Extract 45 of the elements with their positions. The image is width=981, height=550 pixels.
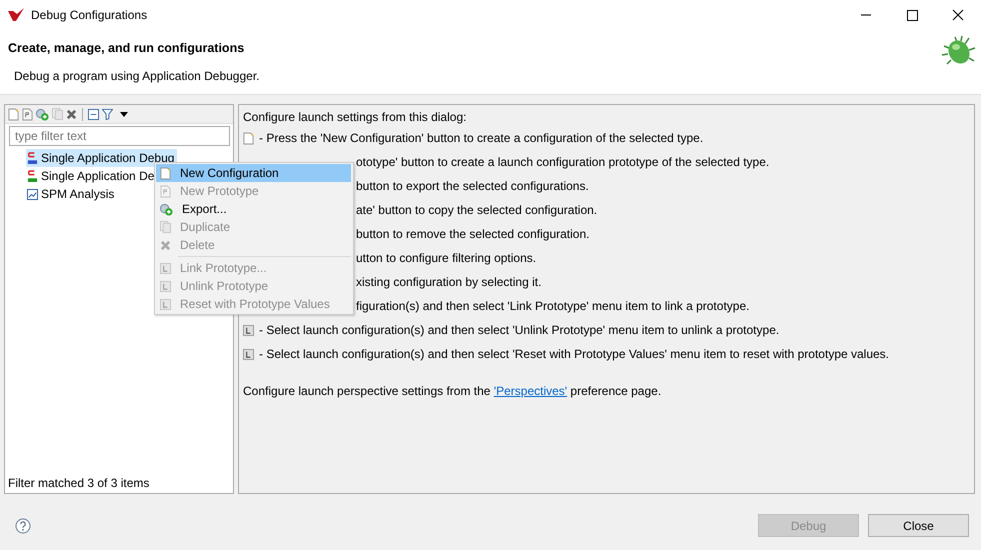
tree-item[interactable]: Single Application De	[26, 167, 158, 185]
perspectives-link[interactable]: 'Perspectives'	[494, 384, 568, 398]
app-logo-icon	[8, 8, 24, 22]
document-icon	[160, 184, 171, 198]
box-icon	[160, 280, 171, 292]
menu-item[interactable]: Export...	[156, 200, 351, 218]
document-icon	[160, 166, 171, 180]
help-intro: Configure launch settings from this dialog:	[243, 109, 466, 126]
box-icon	[160, 262, 171, 274]
help-line: - Select launch configuration(s) and then select 'Reset with Prototype Values' menu item to reset with prototype values.	[259, 347, 890, 361]
filter-status: Filter matched 3 of 3 items	[7, 476, 150, 492]
filter-field[interactable]: type filter text	[9, 126, 230, 146]
document-icon	[243, 132, 254, 144]
new-document-icon	[8, 108, 19, 120]
help-icon[interactable]	[15, 518, 31, 534]
close-button[interactable]: Close	[868, 514, 969, 537]
window-title: Debug Configurations	[31, 8, 148, 22]
dialog-title: Create, manage, and run configurations	[8, 41, 244, 55]
perspective-note: Configure launch perspective settings from the 'Perspectives' preference page.	[243, 384, 662, 398]
delete-icon	[160, 240, 171, 250]
filter-icon[interactable]	[102, 108, 113, 120]
help-line: - Select launch configuration(s) and then select 'Unlink Prototype' menu item to unlink a prototype.	[259, 323, 780, 337]
box-icon	[243, 348, 254, 360]
help-line: button to export the selected configurations.	[356, 179, 589, 193]
document-icon	[22, 108, 33, 120]
help-line: ate' button to copy the selected configuration.	[356, 203, 598, 217]
help-line: utton to configure filtering options.	[356, 251, 536, 265]
help-line: button to remove the selected configuration.	[356, 227, 590, 241]
delete-icon	[66, 108, 77, 120]
export-icon	[36, 108, 49, 120]
help-line: figuration(s) and then select 'Link Prototype' menu item to link a prototype.	[356, 299, 750, 313]
copy-icon	[52, 108, 63, 120]
tree-item[interactable]: SPM Analysis	[26, 185, 118, 203]
box-icon	[243, 324, 254, 336]
export-icon	[160, 202, 173, 216]
help-line: ototype' button to create a launch configuration prototype of the selected type.	[356, 155, 770, 169]
collapse-icon[interactable]	[88, 108, 99, 120]
menu-item[interactable]: New Configuration	[156, 164, 351, 182]
box-icon	[160, 298, 171, 310]
help-line: xisting configuration by selecting it.	[356, 275, 542, 289]
help-line: - Press the 'New Configuration' button to create a configuration of the selected type.	[259, 131, 704, 145]
chart-icon	[27, 188, 38, 200]
copy-icon	[160, 221, 171, 233]
caret-icon[interactable]	[120, 112, 128, 116]
dialog-subtitle: Debug a program using Application Debugger.	[14, 69, 260, 83]
